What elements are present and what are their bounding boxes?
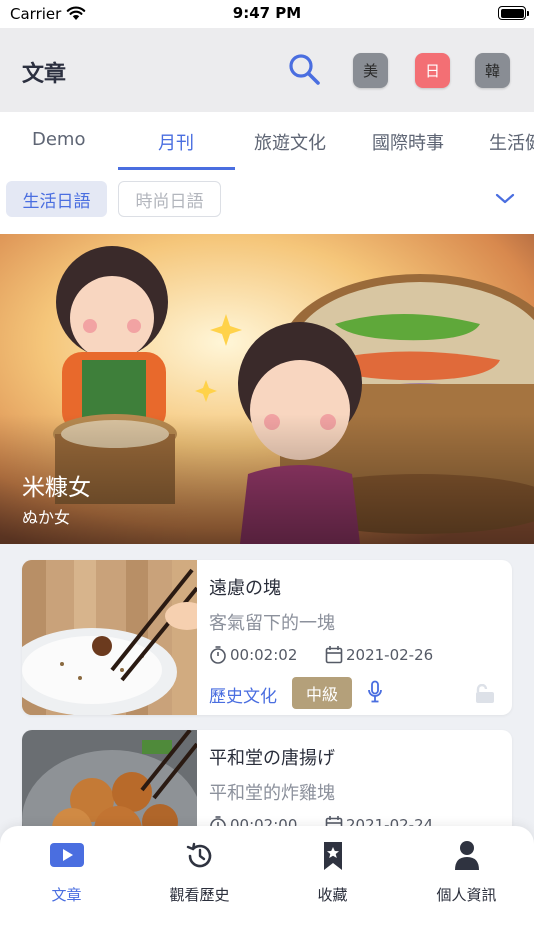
nav-label: 個人資訊 — [436, 886, 497, 904]
status-bar: Carrier 9:47 PM — [0, 0, 534, 28]
nav-articles[interactable]: 文章 — [0, 826, 133, 926]
featured-article-banner[interactable]: 米糠女 ぬか女 — [0, 234, 534, 544]
bookmark-icon — [323, 842, 342, 870]
article-date: 2021-02-26 — [346, 646, 434, 664]
hero-subtitle: ぬか女 — [22, 508, 71, 527]
article-card[interactable]: 遠慮の塊 客氣留下的一塊 00:02:02 2021-02-26 歷史文化 中級 — [22, 560, 512, 715]
article-subtitle: 客氣留下的一塊 — [209, 613, 335, 634]
nav-label: 收藏 — [317, 886, 348, 904]
category-tabs: Demo 月刊 旅遊文化 國際時事 生活健康 — [0, 112, 534, 170]
language-button-us[interactable]: 美 — [353, 53, 388, 88]
nav-label: 文章 — [51, 886, 82, 904]
person-icon — [454, 841, 479, 870]
nav-profile[interactable]: 個人資訊 — [400, 826, 533, 926]
language-button-jp[interactable]: 日 — [415, 53, 450, 88]
article-thumbnail — [22, 560, 197, 715]
tab-lifestyle-health[interactable]: 生活健康 — [489, 129, 534, 155]
tab-international-news[interactable]: 國際時事 — [372, 129, 444, 155]
hero-title: 米糠女 — [22, 475, 91, 501]
history-icon — [186, 842, 211, 868]
article-title: 遠慮の塊 — [209, 578, 281, 599]
status-time: 9:47 PM — [232, 4, 302, 22]
chevron-down-icon[interactable] — [494, 191, 516, 205]
language-button-kr[interactable]: 韓 — [475, 53, 510, 88]
battery-icon — [498, 6, 529, 20]
article-title: 平和堂の唐揚げ — [209, 748, 335, 769]
tab-monthly[interactable]: 月刊 — [158, 129, 194, 155]
unlock-icon — [476, 684, 494, 703]
article-duration: 00:02:02 — [230, 646, 298, 664]
search-icon[interactable] — [287, 52, 321, 86]
subtab-daily-japanese[interactable]: 生活日語 — [6, 181, 107, 217]
calendar-icon — [325, 646, 343, 664]
play-icon — [49, 843, 84, 867]
subtab-fashion-japanese[interactable]: 時尚日語 — [118, 181, 221, 217]
bottom-navigation: 文章 觀看歷史 收藏 個人資訊 — [0, 826, 534, 950]
nav-history[interactable]: 觀看歷史 — [133, 826, 266, 926]
tab-demo[interactable]: Demo — [32, 129, 85, 150]
level-badge: 中級 — [292, 677, 352, 709]
nav-favorites[interactable]: 收藏 — [266, 826, 399, 926]
nav-label: 觀看歷史 — [169, 886, 230, 904]
subcategory-bar: 生活日語 時尚日語 — [0, 170, 534, 234]
article-subtitle: 平和堂的炸雞塊 — [209, 783, 335, 804]
app-header: 文章 美 日 韓 — [0, 28, 534, 112]
page-title: 文章 — [22, 62, 67, 87]
microphone-icon[interactable] — [367, 680, 383, 704]
article-category[interactable]: 歷史文化 — [209, 682, 277, 707]
timer-icon — [210, 646, 226, 664]
tab-travel-culture[interactable]: 旅遊文化 — [254, 129, 326, 155]
